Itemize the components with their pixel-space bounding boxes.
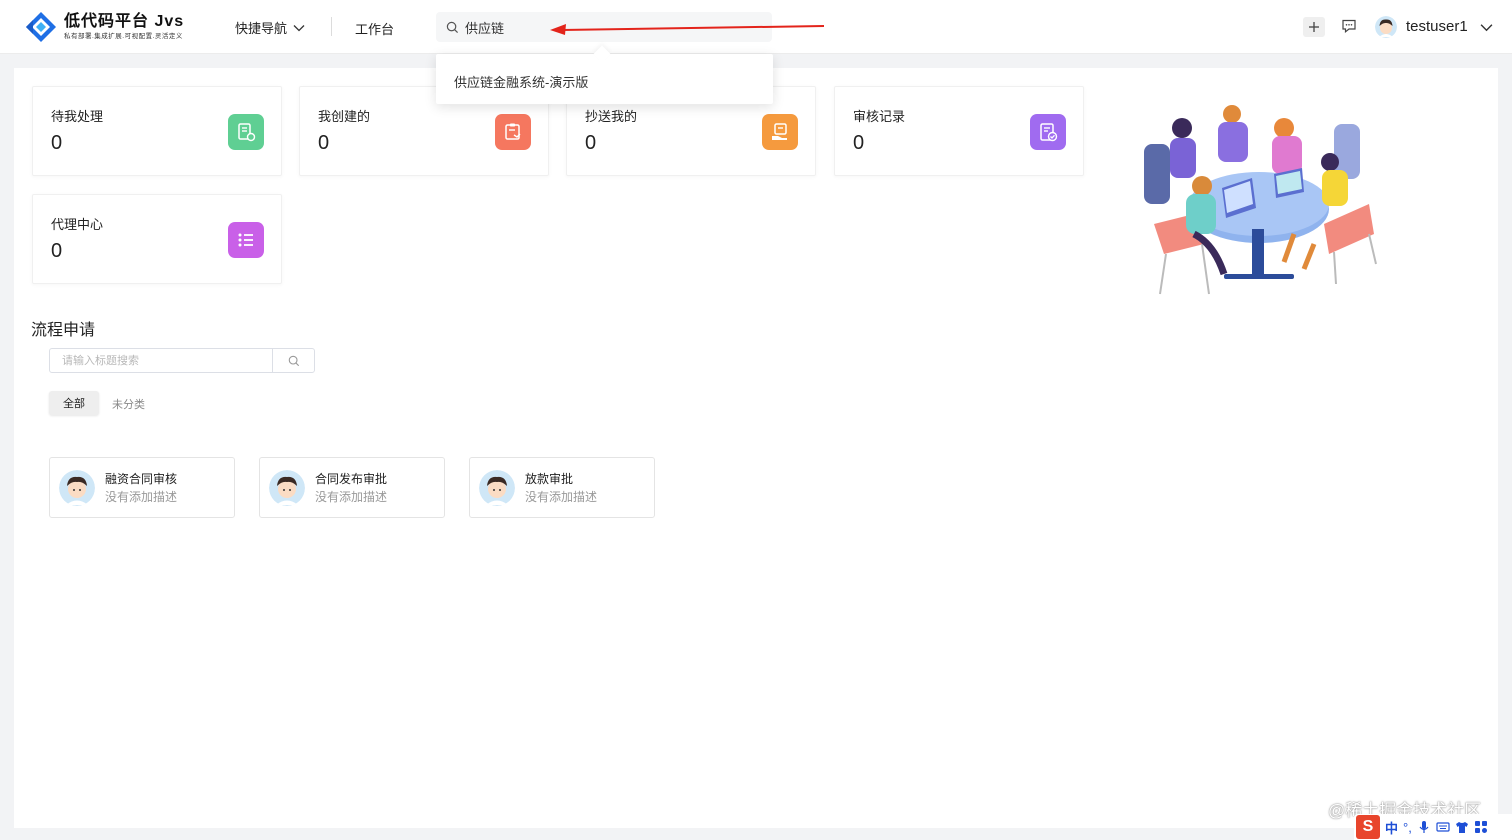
- search-icon: [446, 21, 459, 33]
- tab-all[interactable]: 全部: [49, 391, 99, 415]
- workbench-link[interactable]: 工作台: [355, 19, 394, 38]
- avatar-icon: [269, 470, 305, 506]
- created-clipboard-icon: [495, 114, 531, 150]
- process-card[interactable]: 放款审批 没有添加描述: [469, 457, 655, 518]
- add-button[interactable]: [1303, 17, 1325, 37]
- ime-toolbar: S 中 °,: [1354, 814, 1512, 840]
- process-desc: 没有添加描述: [525, 490, 598, 504]
- avatar: [479, 470, 515, 506]
- keyboard-icon[interactable]: [1436, 820, 1450, 834]
- nav-divider: [331, 17, 332, 36]
- stat-value: 0: [51, 132, 63, 154]
- stat-label: 代理中心: [51, 217, 104, 232]
- avatar: [269, 470, 305, 506]
- username[interactable]: testuser1: [1406, 18, 1468, 35]
- process-desc: 没有添加描述: [315, 490, 388, 504]
- process-title: 合同发布审批: [315, 472, 388, 486]
- stat-value: 0: [51, 240, 63, 262]
- proxy-list-icon: [228, 222, 264, 258]
- stat-label: 待我处理: [51, 109, 104, 124]
- process-desc: 没有添加描述: [105, 490, 178, 504]
- ime-mode[interactable]: 中: [1385, 818, 1398, 837]
- ime-logo[interactable]: S: [1356, 815, 1380, 839]
- process-search-button[interactable]: [272, 349, 314, 372]
- pending-doc-icon: [228, 114, 264, 150]
- avatar-icon: [1375, 16, 1397, 38]
- process-search[interactable]: [49, 348, 315, 373]
- stat-value: 0: [585, 132, 597, 154]
- quick-nav-label: 快捷导航: [235, 21, 288, 36]
- avatar: [59, 470, 95, 506]
- search-suggestions: 供应链金融系统-演示版: [436, 54, 773, 104]
- process-section-title: 流程申请: [31, 322, 96, 339]
- cc-hand-icon: [762, 114, 798, 150]
- logo-title: 低代码平台 Jvs: [64, 12, 185, 30]
- stat-label: 抄送我的: [585, 109, 638, 124]
- meeting-illustration: [1144, 105, 1377, 295]
- stat-label: 我创建的: [318, 109, 371, 124]
- user-avatar[interactable]: [1375, 16, 1397, 38]
- process-search-input[interactable]: [50, 349, 272, 372]
- stat-card-audit[interactable]: 审核记录 0: [834, 86, 1084, 176]
- avatar-icon: [59, 470, 95, 506]
- stat-value: 0: [853, 132, 865, 154]
- audit-doc-icon: [1030, 114, 1066, 150]
- stat-value: 0: [318, 132, 330, 154]
- skin-shirt-icon[interactable]: [1455, 820, 1469, 834]
- logo-icon: [26, 12, 56, 42]
- process-card[interactable]: 融资合同审核 没有添加描述: [49, 457, 235, 518]
- search-suggestion-item[interactable]: 供应链金融系统-演示版: [454, 72, 588, 91]
- chevron-down-icon: [293, 24, 305, 31]
- message-icon[interactable]: [1341, 18, 1357, 34]
- search-icon: [288, 355, 299, 366]
- tab-uncategorized[interactable]: 未分类: [112, 396, 145, 412]
- top-header: 低代码平台 Jvs 私有部署.集成扩展.可视配置.灵活定义 快捷导航 工作台 t…: [0, 0, 1512, 54]
- avatar-icon: [479, 470, 515, 506]
- stat-card-proxy[interactable]: 代理中心 0: [32, 194, 282, 284]
- apps-grid-icon[interactable]: [1474, 820, 1488, 834]
- plus-icon: [1309, 22, 1319, 32]
- quick-nav-menu[interactable]: 快捷导航: [235, 18, 305, 37]
- stat-card-pending[interactable]: 待我处理 0: [32, 86, 282, 176]
- chevron-down-icon[interactable]: [1480, 21, 1493, 34]
- logo-subtitle: 私有部署.集成扩展.可视配置.灵活定义: [64, 32, 183, 40]
- annotation-arrow: [550, 24, 825, 35]
- microphone-icon[interactable]: [1417, 820, 1431, 834]
- process-title: 融资合同审核: [105, 472, 178, 486]
- logo[interactable]: 低代码平台 Jvs 私有部署.集成扩展.可视配置.灵活定义: [24, 10, 184, 44]
- ime-punctuation[interactable]: °,: [1403, 820, 1412, 835]
- main-content: 待我处理 0 我创建的 0 抄送我的 0 审核记录 0 代理中心 0 流程申请 …: [14, 68, 1498, 828]
- process-title: 放款审批: [525, 472, 574, 486]
- process-card[interactable]: 合同发布审批 没有添加描述: [259, 457, 445, 518]
- stat-label: 审核记录: [853, 109, 906, 124]
